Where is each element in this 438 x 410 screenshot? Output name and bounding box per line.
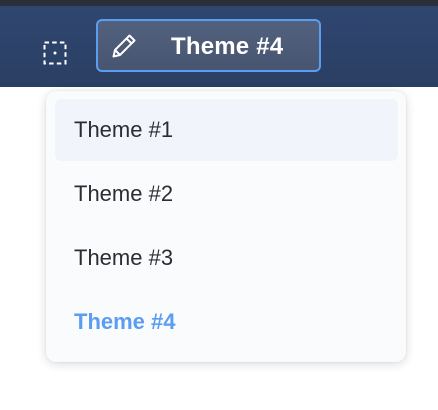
pencil-icon: [112, 34, 136, 58]
menu-item-theme-4[interactable]: Theme #4: [55, 291, 398, 353]
menu-item-theme-3[interactable]: Theme #3: [55, 227, 398, 289]
menu-item-theme-2[interactable]: Theme #2: [55, 163, 398, 225]
dashed-selection-icon[interactable]: [43, 41, 67, 65]
theme-dropdown-menu: Theme #1 Theme #2 Theme #3 Theme #4: [46, 91, 406, 362]
menu-item-theme-1[interactable]: Theme #1: [55, 99, 398, 161]
theme-button-label: Theme #4: [171, 33, 284, 60]
theme-dropdown-button[interactable]: Theme #4: [96, 19, 321, 72]
